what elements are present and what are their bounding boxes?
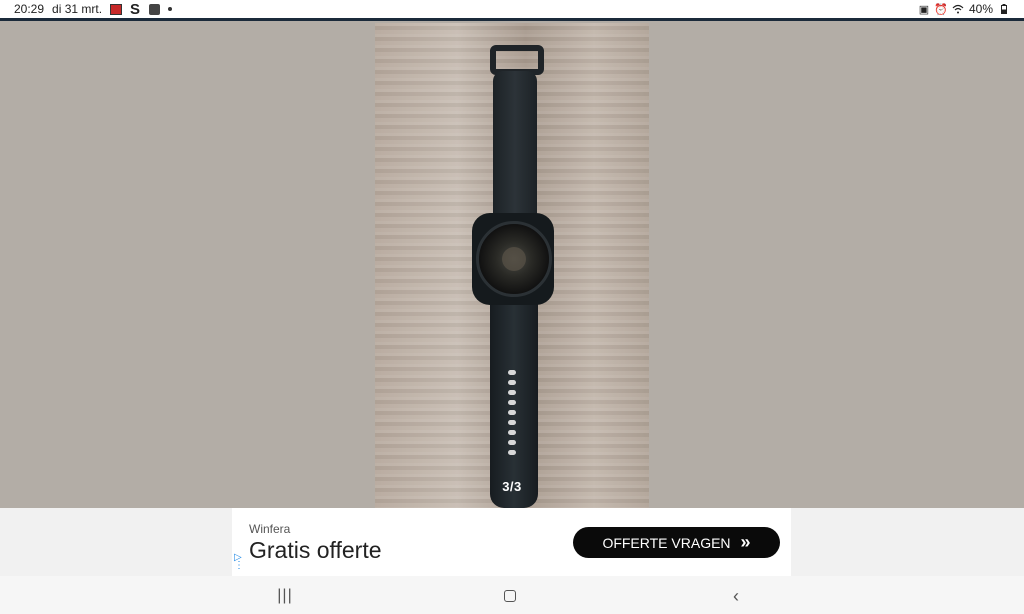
status-date: di 31 mrt. [52,2,103,16]
home-button[interactable] [490,586,530,606]
battery-percentage: 40% [968,2,993,16]
ad-brand: Winfera [249,522,291,536]
ad-choices-icon[interactable]: ▷ ⋮ [234,553,244,571]
strap-hole [508,440,516,445]
status-bar: 20:29 di 31 mrt. S ▣ ⏰ 40% [0,0,1024,18]
alarm-icon: ⏰ [934,3,948,16]
recents-button[interactable]: ||| [265,586,305,606]
status-right: ▣ ⏰ 40% [918,2,1010,16]
ad-gutter-left [0,508,232,576]
offerte-vragen-button[interactable]: OFFERTE VRAGEN » [573,527,780,558]
back-button[interactable]: ‹ [716,586,756,606]
home-icon [504,590,516,602]
status-time: 20:29 [14,2,45,16]
more-notifications-dot-icon [168,7,173,11]
watch-sensor [502,247,526,271]
product-photo[interactable]: 3/3 [375,23,649,508]
lock-icon: ▣ [918,3,930,16]
image-counter: 3/3 [502,479,522,494]
notification-face-icon [148,3,160,15]
strap-hole [508,390,516,395]
double-chevron-right-icon: » [740,532,751,552]
ad-gutter-right [791,508,1024,576]
navigation-bar: ||| ‹ [0,576,1024,614]
strap-hole [508,420,516,425]
ad-button-label: OFFERTE VRAGEN [602,534,731,551]
image-viewer[interactable]: 3/3 [0,21,1024,508]
ad-banner[interactable]: Winfera Gratis offerte ▷ ⋮ OFFERTE VRAGEN… [232,508,791,576]
battery-icon [998,3,1010,15]
status-left: 20:29 di 31 mrt. S [14,0,173,18]
s-icon: S [130,0,141,18]
strap-hole [508,400,516,405]
notification-app-icon [110,3,123,15]
strap-hole [508,370,516,375]
back-icon: ‹ [733,585,739,606]
strap-hole [508,410,516,415]
ad-headline: Gratis offerte [249,537,382,563]
wifi-icon [952,3,964,15]
recents-icon: ||| [277,587,293,604]
strap-hole [508,380,516,385]
strap-hole [508,450,516,455]
strap-hole [508,430,516,435]
